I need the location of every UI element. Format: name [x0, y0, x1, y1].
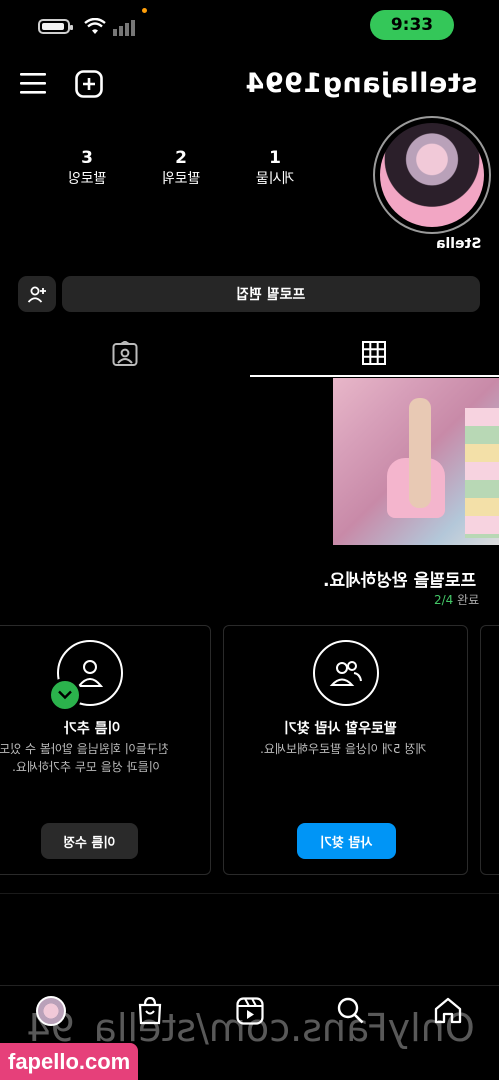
following-count: 3 [81, 148, 93, 168]
cellular-signal-icon [113, 20, 135, 36]
add-name-card: 이름 추가 친구들이 회원님을 알아볼 수 있도록 이름과 성을 모두 추가하세… [0, 625, 211, 875]
bottom-nav-divider [0, 985, 499, 986]
search-icon[interactable] [337, 997, 364, 1024]
profile-username[interactable]: stellajang1994 [245, 68, 477, 99]
progress-count: 2/4 [434, 593, 454, 607]
find-people-title: 팔로우할 사람 찾기 [284, 721, 397, 737]
profile-avatar[interactable] [380, 123, 484, 227]
recording-indicator [142, 8, 147, 13]
wifi-icon [84, 18, 106, 34]
reels-icon[interactable] [236, 997, 264, 1025]
create-post-icon[interactable] [75, 70, 103, 98]
followers-count: 2 [175, 148, 187, 168]
person-icon [77, 660, 103, 687]
edit-profile-button[interactable]: 프로필 편집 [62, 276, 480, 312]
edit-name-button[interactable]: 이름 수정 [41, 823, 138, 859]
discover-people-button[interactable] [18, 276, 56, 312]
progress-label: 완료 [457, 593, 480, 607]
followers-stat[interactable]: 2 팔로워 [146, 148, 216, 190]
shop-icon[interactable] [137, 997, 163, 1025]
find-people-button[interactable]: 사람 찾기 [297, 823, 396, 859]
posts-stat[interactable]: 1 게시물 [240, 148, 310, 190]
checkmark-icon [48, 678, 82, 712]
find-people-card: 팔로우할 사람 찾기 게정 5개 이상을 팔로우해보세요. 사람 찾기 [223, 625, 468, 875]
battery-icon [38, 19, 73, 34]
posts-label: 게시물 [255, 171, 295, 187]
display-name: Stella [436, 236, 482, 252]
edit-name-button-label: 이름 수정 [63, 835, 116, 851]
find-people-circle [313, 640, 379, 706]
find-people-button-label: 사람 찾기 [320, 835, 373, 851]
tagged-tab-icon[interactable] [112, 341, 138, 367]
add-name-title: 이름 추가 [64, 721, 121, 737]
profile-card-partial [480, 625, 499, 875]
posts-count: 1 [269, 148, 281, 168]
add-name-desc-line2: 이름과 성을 모두 추가하세요. [12, 760, 160, 774]
followers-label: 팔로워 [161, 171, 201, 187]
following-label: 팔로잉 [67, 171, 107, 187]
section-divider [0, 893, 499, 894]
home-icon[interactable] [434, 997, 462, 1024]
post-thumbnail[interactable] [333, 378, 499, 545]
watermark-badge: fapello.com [0, 1043, 139, 1080]
add-person-icon [27, 286, 46, 303]
completion-progress: 2/4 완료 [434, 591, 479, 608]
edit-profile-label: 프로필 편집 [236, 287, 306, 303]
people-icon [329, 661, 362, 686]
following-stat[interactable]: 3 팔로잉 [52, 148, 122, 190]
add-name-desc-line1: 친구들이 회원님을 알아볼 수 있도록 [0, 742, 169, 756]
find-people-desc: 게정 5개 이상을 팔로우해보세요. [260, 742, 427, 756]
menu-icon[interactable] [20, 72, 46, 94]
complete-profile-title: 프로필을 완성하세요. [323, 571, 477, 591]
grid-tab-icon[interactable] [362, 341, 386, 365]
active-tab-indicator [250, 375, 499, 377]
nav-profile-avatar[interactable] [36, 996, 66, 1026]
status-time: 9:33 [370, 10, 454, 40]
